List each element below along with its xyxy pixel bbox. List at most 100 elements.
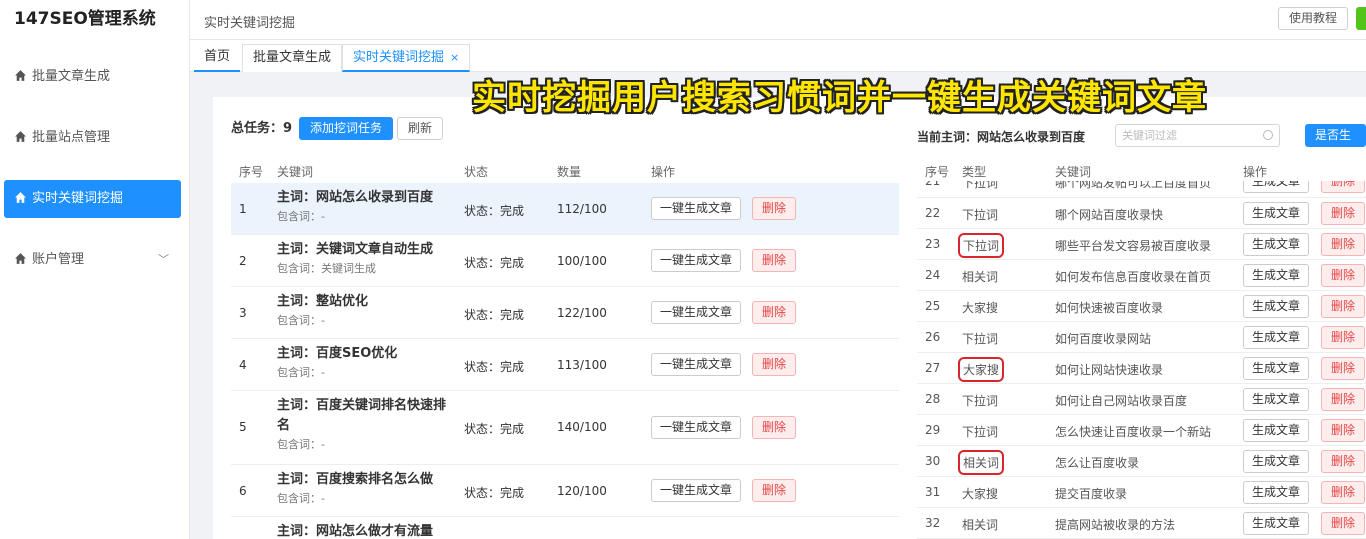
table-row[interactable]: 22 下拉词 哪个网站百度收录快 生成文章 删除: [917, 198, 1366, 229]
sidebar: 147SEO管理系统 批量文章生成 批量站点管理 实时关键词挖掘 账户管理 ﹀: [0, 0, 190, 539]
table-row[interactable]: 2 主词：关键词文章自动生成 包含词：关键词生成 状态：完成 100/100 一…: [231, 235, 899, 287]
row-type: 相关词: [962, 518, 999, 532]
sidebar-item-batch-site[interactable]: 批量站点管理: [4, 119, 181, 157]
delete-button[interactable]: 删除: [1321, 388, 1365, 411]
breadcrumb: 实时关键词挖掘: [204, 16, 296, 31]
delete-button[interactable]: 删除: [752, 197, 796, 220]
sidebar-item-batch-article[interactable]: 批量文章生成: [4, 58, 181, 96]
table-row[interactable]: 1 主词：网站怎么收录到百度 包含词：- 状态：完成 112/100 一键生成文…: [231, 183, 899, 235]
sidebar-item-account[interactable]: 账户管理 ﹀: [4, 241, 181, 279]
generate-article-button[interactable]: 一键生成文章: [651, 479, 741, 502]
row-status: 状态：完成: [464, 486, 525, 500]
delete-button[interactable]: 删除: [1321, 202, 1365, 225]
generate-article-button[interactable]: 生成文章: [1243, 450, 1309, 473]
green-action-button[interactable]: [1356, 7, 1366, 30]
row-main-word: 主词：百度关键词排名快速排: [277, 398, 447, 413]
table-row[interactable]: 29 下拉词 怎么快速让百度收录一个新站 生成文章 删除: [917, 415, 1366, 446]
generate-article-button[interactable]: 生成文章: [1243, 357, 1309, 380]
tab-label: 实时关键词挖掘: [353, 50, 445, 65]
generate-article-button[interactable]: 生成文章: [1243, 326, 1309, 349]
refresh-button[interactable]: 刷新: [397, 117, 444, 140]
delete-button[interactable]: 删除: [1321, 233, 1365, 256]
row-no: 24: [925, 268, 941, 282]
delete-button[interactable]: 删除: [1321, 264, 1365, 287]
table-row[interactable]: 3 主词：整站优化 包含词：- 状态：完成 122/100 一键生成文章 删除: [231, 287, 899, 339]
table-row[interactable]: 5 主词：百度关键词排名快速排 名 包含词：- 状态：完成 140/100 一键…: [231, 391, 899, 465]
row-count: 120/100: [557, 484, 607, 498]
col-no: 序号: [925, 165, 950, 179]
row-keyword: 如何百度收录网站: [1055, 332, 1152, 346]
row-keyword: 提高网站被收录的方法: [1055, 518, 1176, 532]
generate-article-button[interactable]: 一键生成文章: [651, 353, 741, 376]
delete-button[interactable]: 删除: [1321, 450, 1365, 473]
table-row[interactable]: 30 相关词 怎么让百度收录 生成文章 删除: [917, 446, 1366, 477]
delete-button[interactable]: 删除: [752, 249, 796, 272]
delete-button[interactable]: 删除: [1321, 419, 1365, 442]
row-no: 32: [925, 516, 941, 530]
table-row[interactable]: 主词：网站怎么做才有流量: [231, 517, 899, 539]
row-no: 21: [925, 181, 941, 188]
row-type: 下拉词: [957, 233, 1005, 258]
keyword-table-header: 序号 类型 关键词 操作: [917, 159, 1366, 181]
row-no: 27: [925, 361, 941, 375]
delete-button[interactable]: 删除: [1321, 181, 1365, 193]
col-count: 数量: [557, 165, 582, 179]
row-sub-word: 包含词：-: [277, 438, 325, 451]
row-type: 下拉词: [962, 208, 999, 222]
col-keyword: 关键词: [277, 165, 314, 179]
row-keyword: 如何让网站快速收录: [1055, 363, 1164, 377]
generate-article-button[interactable]: 生成文章: [1243, 388, 1309, 411]
delete-button[interactable]: 删除: [752, 416, 796, 439]
col-action: 操作: [651, 165, 676, 179]
table-row[interactable]: 26 下拉词 如何百度收录网站 生成文章 删除: [917, 322, 1366, 353]
add-task-button[interactable]: 添加挖词任务: [299, 117, 394, 140]
search-icon: [1263, 130, 1273, 140]
delete-button[interactable]: 删除: [1321, 326, 1365, 349]
table-row[interactable]: 21 下拉词 哪个网站发帖可以上百度首页 生成文章 删除: [917, 181, 1366, 198]
row-no: 26: [925, 330, 941, 344]
delete-button[interactable]: 删除: [1321, 481, 1365, 504]
tab-keyword-mining[interactable]: 实时关键词挖掘 ×: [342, 44, 471, 72]
row-count: 100/100: [557, 254, 607, 268]
table-row[interactable]: 25 大家搜 如何快速被百度收录 生成文章 删除: [917, 291, 1366, 322]
delete-button[interactable]: 删除: [752, 301, 796, 324]
generate-article-button[interactable]: 生成文章: [1243, 202, 1309, 225]
generate-article-button[interactable]: 生成文章: [1243, 233, 1309, 256]
generate-article-button[interactable]: 一键生成文章: [651, 301, 741, 324]
generate-article-button[interactable]: 生成文章: [1243, 481, 1309, 504]
delete-button[interactable]: 删除: [1321, 357, 1365, 380]
delete-button[interactable]: 删除: [752, 479, 796, 502]
generate-article-button[interactable]: 一键生成文章: [651, 197, 741, 220]
row-no: 30: [925, 454, 941, 468]
help-button[interactable]: 使用教程: [1277, 7, 1348, 30]
table-row[interactable]: 23 下拉词 哪些平台发文容易被百度收录 生成文章 删除: [917, 229, 1366, 260]
generate-article-button[interactable]: 一键生成文章: [651, 249, 741, 272]
table-row[interactable]: 4 主词：百度SEO优化 包含词：- 状态：完成 113/100 一键生成文章 …: [231, 339, 899, 391]
tab-batch-article[interactable]: 批量文章生成: [242, 44, 343, 72]
table-row[interactable]: 28 下拉词 如何让自己网站收录百度 生成文章 删除: [917, 384, 1366, 415]
generate-article-button[interactable]: 生成文章: [1243, 295, 1309, 318]
table-row[interactable]: 27 大家搜 如何让网站快速收录 生成文章 删除: [917, 353, 1366, 384]
generate-toggle-button[interactable]: 是否生成...: [1305, 124, 1366, 165]
generate-article-button[interactable]: 生成文章: [1243, 512, 1309, 535]
sidebar-item-keyword-mining[interactable]: 实时关键词挖掘: [4, 180, 181, 218]
delete-button[interactable]: 删除: [1321, 512, 1365, 535]
generate-article-button[interactable]: 生成文章: [1243, 264, 1309, 287]
tab-home[interactable]: 首页: [194, 44, 241, 72]
task-total-label: 总任务：: [231, 121, 284, 136]
row-type: 相关词: [962, 270, 999, 284]
row-main-word: 主词：网站怎么做才有流量: [277, 524, 434, 539]
close-icon[interactable]: ×: [450, 51, 459, 64]
table-row[interactable]: 32 相关词 提高网站被收录的方法 生成文章 删除: [917, 508, 1366, 539]
table-row[interactable]: 6 主词：百度搜索排名怎么做 包含词：- 状态：完成 120/100 一键生成文…: [231, 465, 899, 517]
generate-article-button[interactable]: 一键生成文章: [651, 416, 741, 439]
table-row[interactable]: 24 相关词 如何发布信息百度收录在首页 生成文章 删除: [917, 260, 1366, 291]
keyword-filter-input[interactable]: 关键词过滤: [1115, 124, 1280, 147]
generate-article-button[interactable]: 生成文章: [1243, 181, 1309, 193]
row-no: 25: [925, 299, 941, 313]
delete-button[interactable]: 删除: [752, 353, 796, 376]
row-type: 大家搜: [962, 487, 999, 501]
delete-button[interactable]: 删除: [1321, 295, 1365, 318]
generate-article-button[interactable]: 生成文章: [1243, 419, 1309, 442]
table-row[interactable]: 31 大家搜 提交百度收录 生成文章 删除: [917, 477, 1366, 508]
